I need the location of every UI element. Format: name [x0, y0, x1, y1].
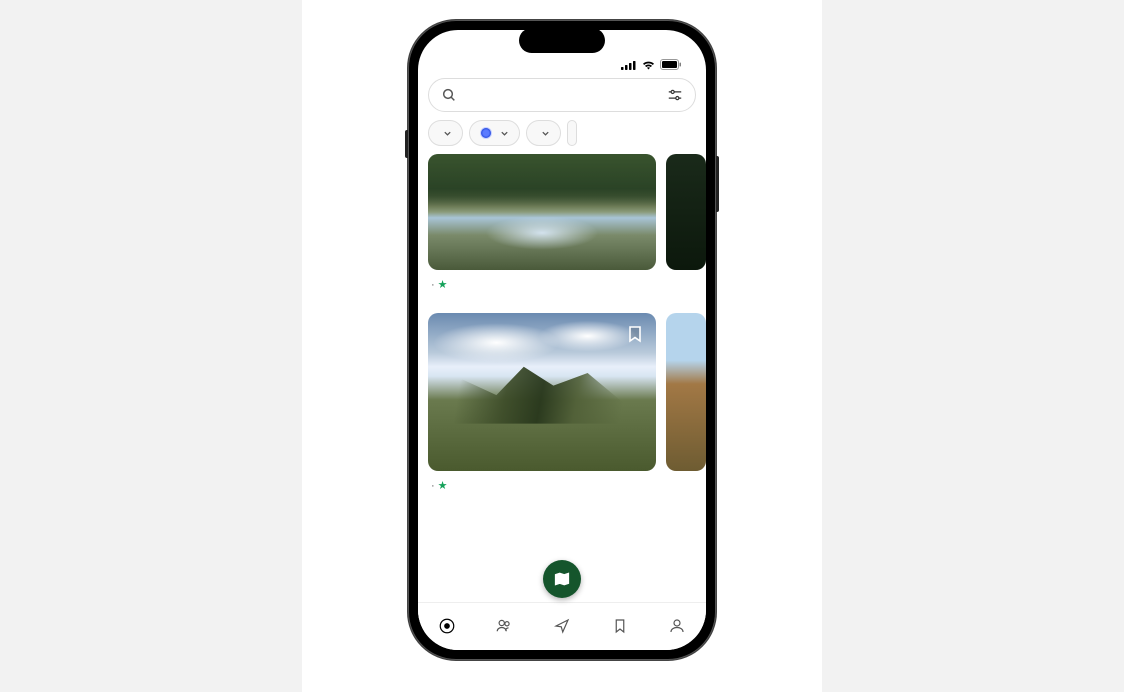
- trail-card[interactable]: [666, 154, 706, 295]
- bookmark-icon: [627, 325, 643, 343]
- dynamic-island: [519, 28, 605, 53]
- nav-explore[interactable]: [438, 617, 456, 636]
- filter-chip-row: [418, 118, 706, 154]
- trail-image: [666, 313, 706, 471]
- chip-activity[interactable]: [526, 120, 561, 146]
- compass-icon: [438, 617, 456, 635]
- signal-icon: [621, 60, 637, 70]
- filter-sliders-icon[interactable]: [667, 88, 683, 102]
- search-icon: [441, 87, 457, 103]
- trail-image: [428, 154, 656, 270]
- wifi-icon: [641, 59, 656, 70]
- nav-community[interactable]: [495, 617, 513, 636]
- location-dot-icon: [480, 127, 492, 139]
- star-icon: ★: [438, 278, 448, 291]
- battery-icon: [660, 59, 682, 70]
- nav-navigate[interactable]: [553, 617, 571, 636]
- trail-card[interactable]: · ★: [428, 154, 656, 295]
- map-icon: [553, 570, 571, 588]
- chip-sort[interactable]: [428, 120, 463, 146]
- chip-distance-away[interactable]: [469, 120, 520, 146]
- bookmark-button[interactable]: [622, 321, 648, 347]
- people-icon: [495, 617, 513, 635]
- search-input[interactable]: [428, 78, 696, 112]
- search-text-input[interactable]: [465, 88, 659, 103]
- chevron-down-icon: [443, 129, 452, 138]
- nav-profile[interactable]: [668, 617, 686, 636]
- trail-card[interactable]: · ★: [428, 313, 656, 494]
- phone-frame: · ★: [408, 20, 716, 660]
- trail-image: [666, 154, 706, 270]
- star-icon: ★: [438, 479, 448, 492]
- chip-more[interactable]: [567, 120, 577, 146]
- navigate-icon: [553, 617, 571, 635]
- bookmark-icon: [611, 617, 629, 635]
- map-fab[interactable]: [543, 560, 581, 598]
- chevron-down-icon: [500, 129, 509, 138]
- chevron-down-icon: [541, 129, 550, 138]
- profile-icon: [668, 617, 686, 635]
- trail-card[interactable]: [666, 313, 706, 494]
- nav-saved[interactable]: [611, 617, 629, 636]
- bottom-nav: [418, 602, 706, 650]
- trail-image: [428, 313, 656, 471]
